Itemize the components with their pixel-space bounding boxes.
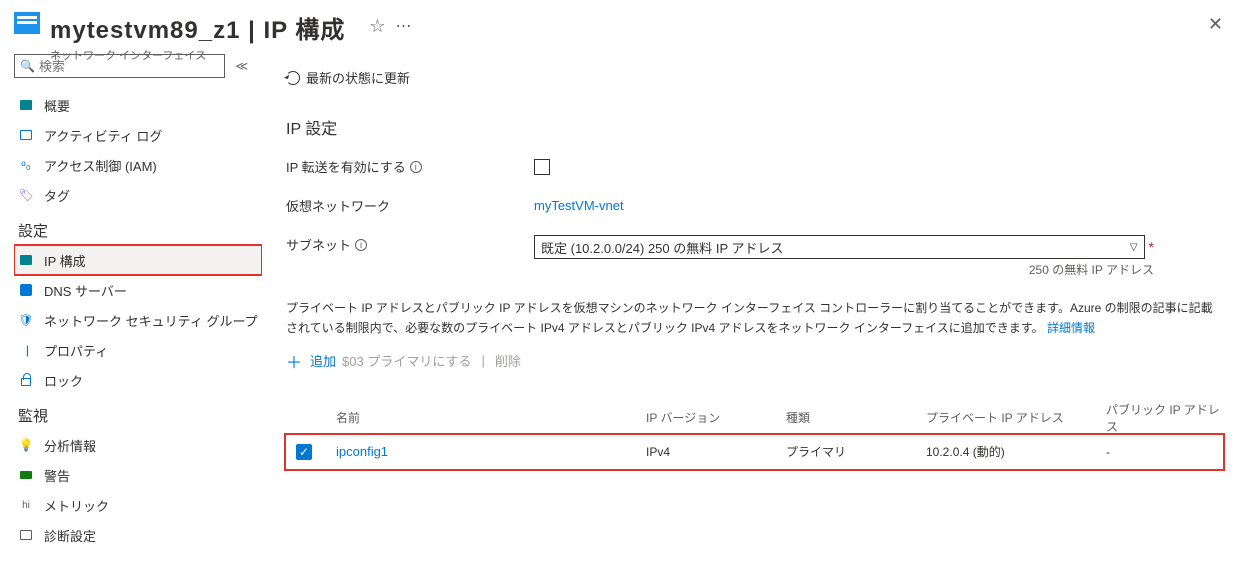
iam-icon: ᵅ₀ [18,157,34,173]
nav-label: アクセス制御 (IAM) [44,156,262,175]
row-kind: プライマリ [786,443,926,460]
group-monitor: 監視 [14,395,262,430]
learn-more-link[interactable]: 詳細情報 [1047,321,1095,335]
bulb-icon: 💡 [18,437,34,453]
close-icon[interactable]: ✕ [1202,10,1229,39]
row-checkbox[interactable]: ✓ [296,444,312,460]
refresh-button[interactable]: 最新の状態に更新 [306,68,410,87]
nav-insights[interactable]: 💡 分析情報 [14,430,262,460]
nav-label: プロパティ [44,341,262,360]
refresh-icon [286,71,300,85]
sidebar-search[interactable]: 🔍 [14,54,225,78]
diag-icon [18,527,34,543]
th-kind: 種類 [786,409,926,426]
ipconfig-icon [18,252,34,268]
add-button[interactable]: 追加 [310,351,336,370]
lock-icon [18,372,34,388]
nav-props[interactable]: ||| プロパティ [14,335,262,365]
section-title: IP 設定 [286,115,1223,139]
th-private: プライベート IP アドレス [926,409,1106,426]
th-name: 名前 [336,409,646,426]
info-icon[interactable]: i [355,239,367,251]
nav-activity[interactable]: アクティビティ ログ [14,120,262,150]
plus-icon: ＋ [286,349,302,373]
row-name[interactable]: ipconfig1 [336,444,646,459]
th-version: IP バージョン [646,409,786,426]
delete-button: 削除 [495,351,521,370]
nav-iam[interactable]: ᵅ₀ アクセス制御 (IAM) [14,150,262,180]
forward-label: IP 転送を有効にする [286,157,406,176]
subnet-select[interactable]: 既定 (10.2.0.0/24) 250 の無料 IP アドレス ▽ [534,235,1145,259]
page-title: mytestvm89_z1 | IP 構成 [50,10,345,45]
subnet-value: 既定 (10.2.0.0/24) 250 の無料 IP アドレス [541,238,784,257]
th-public: パブリック IP アドレス [1106,401,1226,435]
nav-overview[interactable]: 概要 [14,90,262,120]
nav-tags[interactable]: 🏷 タグ [14,180,262,210]
nav-label: 概要 [44,96,262,115]
divider: | [481,353,484,368]
nav-lock[interactable]: ロック [14,365,262,395]
nav-metrics[interactable]: hi メトリック [14,490,262,520]
nav-label: 診断設定 [44,526,262,545]
nav-dns[interactable]: DNS サーバー [14,275,262,305]
nav-nsg[interactable]: 🛡 ネットワーク セキュリティ グループ [14,305,262,335]
nav-diag[interactable]: 診断設定 [14,520,262,550]
row-version: IPv4 [646,445,786,459]
row-private: 10.2.0.4 (動的) [926,443,1106,460]
info-icon[interactable]: i [410,161,422,173]
required-mark: * [1149,239,1154,255]
nav-label: IP 構成 [44,251,262,270]
forward-checkbox[interactable] [534,159,550,175]
nav-label: ロック [44,371,262,390]
favorite-icon[interactable]: ☆ [369,10,385,37]
overview-icon [18,97,34,113]
nav-label: メトリック [44,496,262,515]
subnet-label: サブネット [286,235,351,254]
group-settings: 設定 [14,210,262,245]
shield-icon: 🛡 [18,312,34,328]
row-public: - [1106,445,1226,459]
nav-label: ネットワーク セキュリティ グループ [44,311,262,330]
make-primary-button: $03 プライマリにする [342,351,471,370]
props-icon: ||| [18,342,34,358]
nav-label: 分析情報 [44,436,262,455]
nav-label: DNS サーバー [44,281,262,300]
search-input[interactable] [39,59,219,74]
vnet-link[interactable]: myTestVM-vnet [534,198,624,213]
chevron-down-icon: ▽ [1130,242,1138,253]
table-row[interactable]: ✓ ipconfig1 IPv4 プライマリ 10.2.0.4 (動的) - [286,435,1223,469]
alert-icon [18,467,34,483]
dns-icon [18,282,34,298]
nav-label: 警告 [44,466,262,485]
metrics-icon: hi [18,497,34,513]
tag-icon: 🏷 [18,187,34,203]
subnet-help: 250 の無料 IP アドレス [534,261,1154,278]
nav-label: タグ [44,186,262,205]
activity-icon [18,127,34,143]
more-icon[interactable]: ⋯ [396,10,413,36]
search-icon: 🔍 [20,59,35,73]
nav-alerts[interactable]: 警告 [14,460,262,490]
nic-icon [14,12,40,34]
nav-ipconfig[interactable]: IP 構成 [14,245,262,275]
collapse-icon[interactable]: ≪ [235,59,248,73]
vnet-label: 仮想ネットワーク [286,196,534,215]
nav-label: アクティビティ ログ [44,126,262,145]
